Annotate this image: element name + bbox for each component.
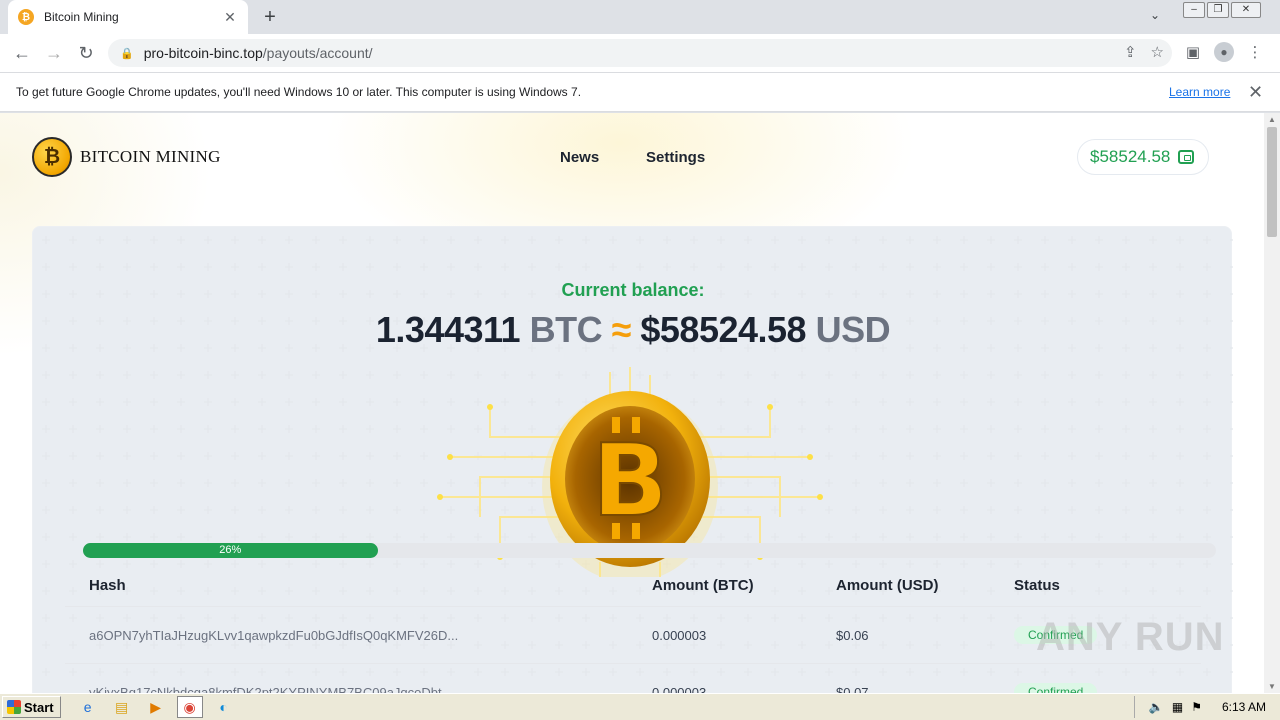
header-hash: Hash [89, 577, 126, 594]
approx-sign: ≈ [611, 309, 632, 350]
wallet-icon [1178, 150, 1195, 164]
page-viewport: ₿ BITCOIN MINING News Settings $58524.58… [0, 113, 1264, 693]
scroll-down-icon[interactable]: ▼ [1268, 682, 1276, 691]
new-tab-button[interactable]: + [258, 5, 282, 29]
address-bar[interactable]: 🔒 pro-bitcoin-binc.top/payouts/account/ … [108, 39, 1172, 67]
progress-fill: 26% [83, 543, 378, 558]
share-icon[interactable]: ⇪ [1124, 43, 1137, 61]
windows-logo-icon [7, 700, 21, 714]
start-button[interactable]: Start [2, 696, 61, 718]
browser-toolbar: ← → ↻ 🔒 pro-bitcoin-binc.top/payouts/acc… [0, 34, 1280, 72]
chrome-icon[interactable]: ◉ [176, 696, 203, 718]
windows-taskbar: Start e ▤ ▶ ◉ ◐ 🔈 ▦ ⚑ 6:13 AM [0, 693, 1280, 720]
status-badge: Confirmed [1014, 683, 1098, 693]
nav-settings[interactable]: Settings [646, 149, 705, 166]
row-amount-btc: 0.000003 [652, 628, 707, 643]
window-controls: – ❐ ✕ [1183, 2, 1261, 18]
system-tray: 🔈 ▦ ⚑ 6:13 AM [1133, 696, 1280, 718]
header-amount-usd: Amount (USD) [836, 577, 939, 594]
learn-more-link[interactable]: Learn more [1169, 85, 1230, 99]
infobar-message: To get future Google Chrome updates, you… [16, 85, 582, 99]
infobar-close-icon[interactable]: ✕ [1248, 82, 1263, 103]
side-panel-icon[interactable]: ▣ [1182, 37, 1204, 67]
tab-close-icon[interactable]: ✕ [222, 9, 238, 26]
forward-arrow-icon[interactable]: → [38, 37, 70, 69]
tab-strip: ₿ Bitcoin Mining ✕ + ⌄ – ❐ ✕ [0, 0, 1280, 34]
update-infobar: To get future Google Chrome updates, you… [0, 72, 1280, 112]
speaker-icon[interactable]: 🔈 [1149, 700, 1164, 714]
row-amount-btc: 0.000003 [652, 685, 707, 693]
svg-text:B: B [592, 422, 668, 539]
file-explorer-icon[interactable]: ▤ [109, 696, 135, 718]
payouts-table-header: Hash Amount (BTC) Amount (USD) Status [65, 567, 1201, 607]
header-balance[interactable]: $58524.58 [1077, 139, 1210, 175]
media-player-icon[interactable]: ▶ [143, 696, 169, 718]
table-row: a6OPN7yhTIaJHzugKLvv1qawpkzdFu0bGJdfIsQ0… [65, 608, 1201, 664]
scroll-up-icon[interactable]: ▲ [1268, 115, 1276, 124]
mining-progress-bar: 26% [83, 543, 1216, 558]
scrollbar-thumb[interactable] [1267, 127, 1277, 237]
table-row: yKjyxBq17cNkbdcga8kmfDK2pt2KYPINYMB7BC09… [65, 665, 1201, 693]
tab-title: Bitcoin Mining [44, 10, 119, 24]
back-arrow-icon[interactable]: ← [6, 37, 38, 69]
bitcoin-logo-icon: ₿ [32, 137, 72, 177]
bookmark-star-icon[interactable]: ☆ [1151, 43, 1164, 61]
bitcoin-favicon-icon: ₿ [18, 9, 34, 25]
row-hash: a6OPN7yhTIaJHzugKLvv1qawpkzdFu0bGJdfIsQ0… [89, 628, 459, 643]
profile-avatar-icon[interactable]: ● [1214, 42, 1234, 62]
clock[interactable]: 6:13 AM [1222, 700, 1266, 714]
restore-button[interactable]: ❐ [1207, 2, 1229, 18]
btc-amount: 1.344311 [375, 309, 521, 350]
site-logo[interactable]: ₿ BITCOIN MINING [32, 137, 221, 177]
close-window-button[interactable]: ✕ [1231, 2, 1261, 18]
action-center-flag-icon[interactable]: ⚑ [1191, 700, 1202, 714]
internet-explorer-icon[interactable]: e [75, 696, 101, 718]
balance-amounts: 1.344311 BTC ≈ $58524.58 USD [33, 309, 1233, 351]
header-amount-btc: Amount (BTC) [652, 577, 754, 594]
btc-unit: BTC [529, 309, 603, 350]
tab-search-chevron-icon[interactable]: ⌄ [1150, 8, 1160, 22]
logo-text: BITCOIN MINING [80, 147, 221, 166]
start-label: Start [24, 699, 54, 715]
usd-amount: $58524.58 [640, 309, 807, 350]
row-hash: yKjyxBq17cNkbdcga8kmfDK2pt2KYPINYMB7BC09… [89, 685, 453, 693]
browser-tab[interactable]: ₿ Bitcoin Mining ✕ [8, 0, 248, 34]
row-amount-usd: $0.07 [836, 685, 869, 693]
network-icon[interactable]: ▦ [1172, 700, 1183, 714]
minimize-button[interactable]: – [1183, 2, 1205, 18]
menu-kebab-icon[interactable]: ⋮ [1244, 37, 1266, 67]
header-balance-amount: $58524.58 [1090, 147, 1171, 166]
page-scrollbar[interactable]: ▲ ▼ [1264, 113, 1280, 693]
usd-unit: USD [815, 309, 891, 350]
edge-icon[interactable]: ◐ [211, 696, 237, 718]
nav-news[interactable]: News [560, 149, 599, 166]
reload-icon[interactable]: ↻ [70, 37, 102, 69]
current-balance-label: Current balance: [561, 280, 705, 300]
lock-icon[interactable]: 🔒 [120, 47, 134, 60]
anyrun-watermark: ANY RUN [1036, 615, 1225, 659]
header-status: Status [1014, 577, 1060, 594]
url-text[interactable]: pro-bitcoin-binc.top/payouts/account/ [144, 45, 373, 61]
row-amount-usd: $0.06 [836, 628, 869, 643]
